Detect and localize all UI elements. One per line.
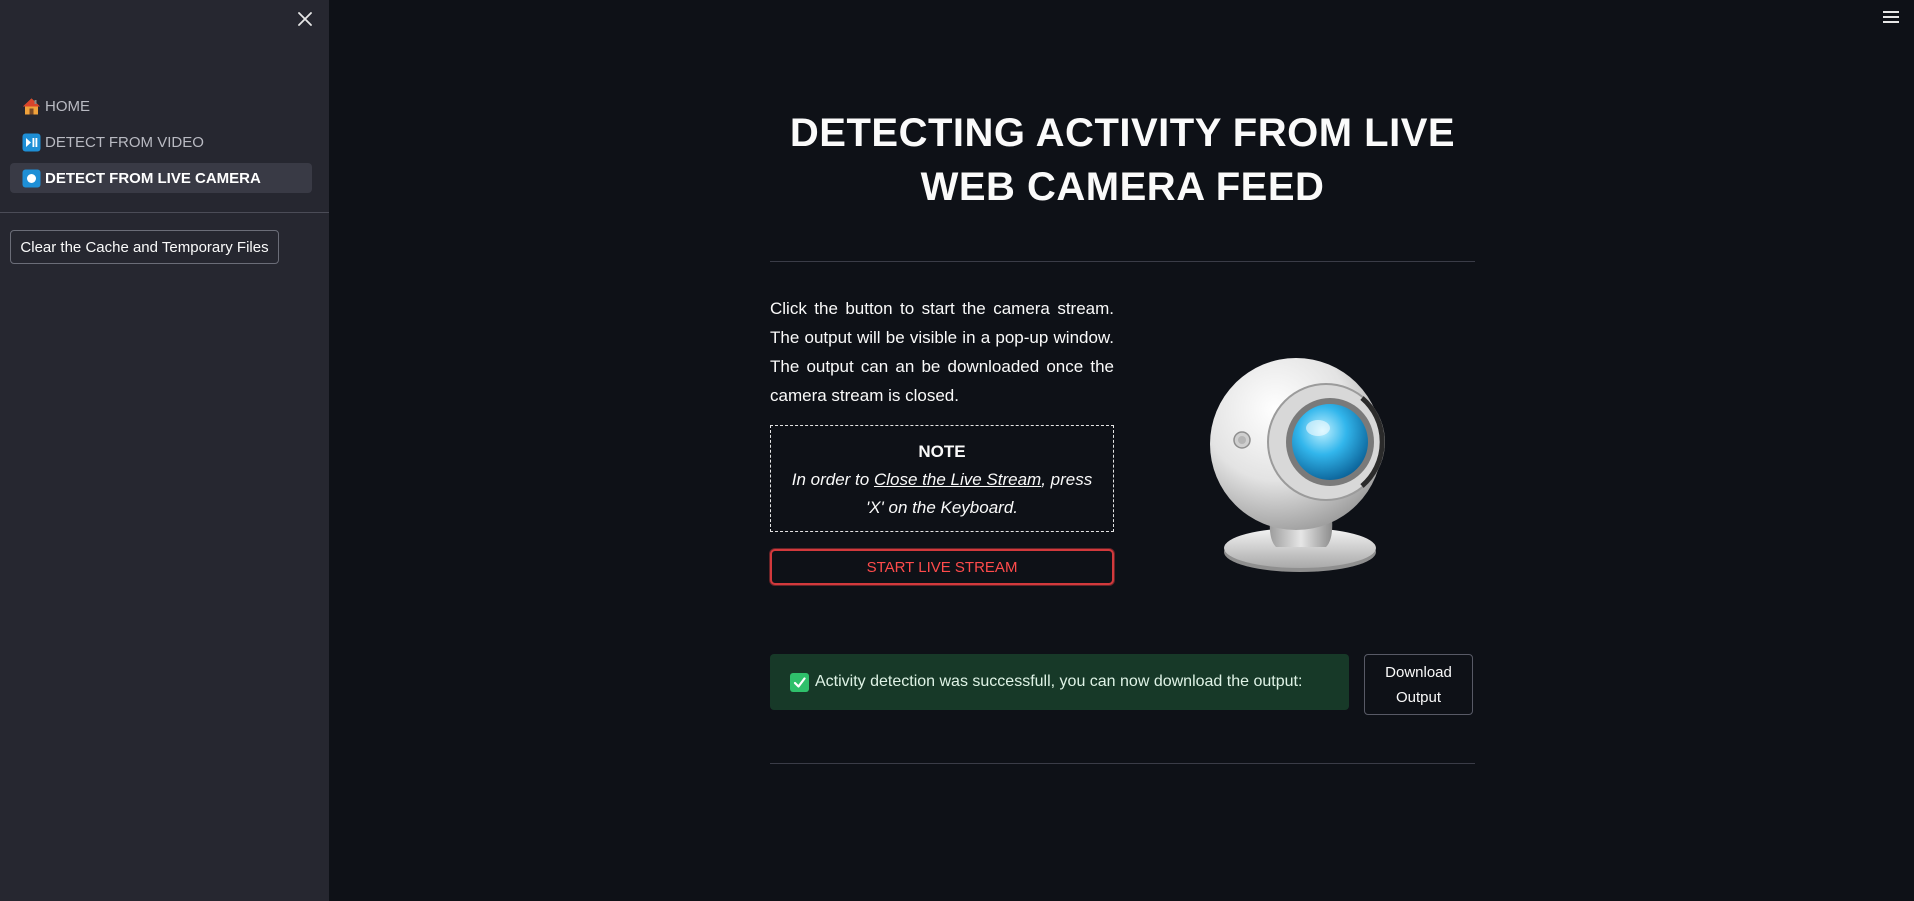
page-title: DETECTING ACTIVITY FROM LIVE WEB CAMERA … <box>770 106 1475 214</box>
section-divider-top <box>770 261 1475 262</box>
sidebar-item-detect-from-live-camera[interactable]: DETECT FROM LIVE CAMERA <box>10 163 312 193</box>
sidebar: HOME DETECT FROM VIDEO DETECT FROM LIVE … <box>0 0 329 901</box>
note-prefix: In order to <box>791 470 874 489</box>
sidebar-item-detect-from-video[interactable]: DETECT FROM VIDEO <box>10 127 312 157</box>
page-title-line-2: WEB CAMERA FEED <box>920 165 1325 209</box>
sidebar-item-label: DETECT FROM VIDEO <box>45 133 204 151</box>
download-output-button[interactable]: Download Output <box>1364 654 1473 715</box>
sidebar-item-label: DETECT FROM LIVE CAMERA <box>45 169 261 187</box>
note-title: NOTE <box>918 442 966 461</box>
instructions-text: Click the button to start the camera str… <box>770 299 1114 405</box>
page-title-line-1: DETECTING ACTIVITY FROM LIVE <box>789 111 1456 155</box>
note-box: NOTE In order to Close the Live Stream, … <box>770 425 1114 532</box>
sidebar-nav: HOME DETECT FROM VIDEO DETECT FROM LIVE … <box>10 91 312 199</box>
note-body: In order to Close the Live Stream, press… <box>771 466 1113 522</box>
house-emoji-icon <box>22 97 41 116</box>
success-alert: Activity detection was successfull, you … <box>770 654 1349 710</box>
success-message: Activity detection was successfull, you … <box>815 673 1303 690</box>
sidebar-item-home[interactable]: HOME <box>10 91 312 121</box>
play-pause-icon <box>22 133 41 152</box>
clear-cache-button[interactable]: Clear the Cache and Temporary Files <box>10 230 279 264</box>
check-mark-icon <box>790 672 809 692</box>
note-highlight: Close the Live Stream <box>873 470 1042 489</box>
webcam-icon <box>1210 358 1385 572</box>
close-icon <box>298 12 312 26</box>
start-live-stream-button[interactable]: START LIVE STREAM <box>770 549 1114 585</box>
hamburger-icon <box>1883 11 1899 23</box>
section-divider-bottom <box>770 763 1475 764</box>
app-root: HOME DETECT FROM VIDEO DETECT FROM LIVE … <box>0 0 1914 901</box>
sidebar-item-label: HOME <box>45 97 90 115</box>
close-sidebar-button[interactable] <box>293 7 317 31</box>
main-menu-button[interactable] <box>1880 6 1902 28</box>
record-button-icon <box>22 169 41 188</box>
sidebar-divider <box>0 212 329 213</box>
